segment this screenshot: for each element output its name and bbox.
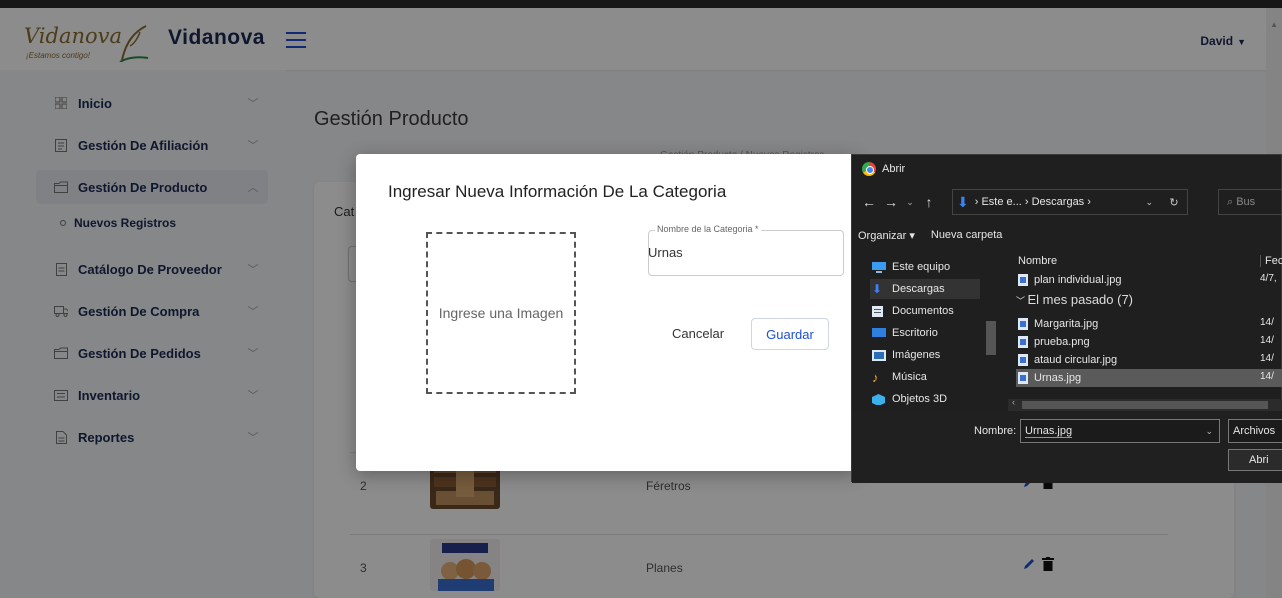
dropzone-label: Ingrese una Imagen bbox=[438, 305, 564, 321]
file-date: 4/7, bbox=[1260, 273, 1277, 284]
new-category-modal: Ingresar Nueva Información De La Categor… bbox=[356, 154, 856, 471]
file-item[interactable]: plan individual.jpg bbox=[1018, 271, 1121, 289]
nav-documentos[interactable]: Documentos bbox=[872, 301, 954, 321]
download-icon: ⬇ bbox=[872, 281, 883, 296]
image-file-icon bbox=[1018, 354, 1028, 366]
nav-scrollbar[interactable] bbox=[984, 253, 996, 403]
file-name: ataud circular.jpg bbox=[1034, 354, 1118, 366]
nav-label: Descargas bbox=[892, 283, 945, 295]
file-name: Urnas.jpg bbox=[1034, 372, 1082, 384]
image-file-icon bbox=[1018, 372, 1028, 384]
filetype-select[interactable]: Archivos bbox=[1228, 419, 1282, 443]
file-date: 14/ bbox=[1260, 353, 1274, 364]
scroll-left-icon[interactable]: ‹ bbox=[1012, 397, 1015, 407]
new-folder-button[interactable]: Nueva carpeta bbox=[931, 229, 1003, 241]
music-icon: ♪ bbox=[872, 369, 879, 385]
file-item[interactable]: ataud circular.jpg bbox=[1018, 351, 1117, 369]
nav-descargas[interactable]: ⬇ Descargas bbox=[870, 279, 980, 299]
address-bar[interactable]: ⬇ › Este e... › Descargas › ⌄ ↻ bbox=[952, 189, 1188, 215]
pictures-icon bbox=[872, 349, 886, 361]
chrome-icon bbox=[862, 162, 876, 176]
crumb-sep-icon: › bbox=[1084, 196, 1091, 208]
column-header-date[interactable]: Fec bbox=[1260, 255, 1282, 267]
file-date: 14/ bbox=[1260, 335, 1274, 346]
image-file-icon bbox=[1018, 336, 1028, 348]
up-icon[interactable]: ↑ bbox=[918, 194, 940, 210]
file-open-dialog: Abrir ← → ⌄ ↑ ⬇ › Este e... › Descargas … bbox=[851, 154, 1282, 483]
file-list-header: Nombre Fec bbox=[1010, 255, 1282, 271]
crumb-sep-icon: › bbox=[974, 196, 982, 208]
save-label: Guardar bbox=[766, 326, 814, 342]
nav-pane: Este equipo ⬇ Descargas Documentos Escrit… bbox=[852, 249, 998, 409]
hscroll-thumb[interactable] bbox=[1022, 401, 1268, 409]
image-file-icon bbox=[1018, 318, 1028, 330]
document-icon bbox=[872, 305, 883, 317]
nav-label: Música bbox=[892, 371, 927, 383]
address-crumb[interactable]: Este e... bbox=[981, 196, 1021, 208]
chevron-down-icon[interactable]: ⌄ bbox=[1145, 197, 1153, 208]
nav-este-equipo[interactable]: Este equipo bbox=[872, 257, 950, 277]
nav-scroll-thumb[interactable] bbox=[986, 321, 996, 355]
cancel-button[interactable]: Cancelar bbox=[672, 326, 724, 341]
file-date: 14/ bbox=[1260, 371, 1274, 382]
filename-input[interactable]: Urnas.jpg ⌄ bbox=[1020, 419, 1220, 443]
crumb-sep-icon: › bbox=[1021, 196, 1032, 208]
image-file-icon bbox=[1018, 274, 1028, 286]
dialog-navbar: ← → ⌄ ↑ ⬇ › Este e... › Descargas › ⌄ ↻ … bbox=[852, 185, 1282, 219]
dialog-footer: Nombre: Urnas.jpg ⌄ Archivos Abri bbox=[852, 411, 1282, 483]
column-header-name[interactable]: Nombre bbox=[1018, 255, 1057, 267]
file-name: prueba.png bbox=[1034, 336, 1090, 348]
search-placeholder: Bus bbox=[1236, 196, 1256, 208]
file-group-header[interactable]: ﹀ El mes pasado (7) bbox=[1016, 292, 1133, 307]
back-icon[interactable]: ← bbox=[858, 194, 880, 210]
filename-label: Nombre: bbox=[974, 425, 1017, 437]
dialog-toolbar: Organizar ▾ Nueva carpeta bbox=[852, 223, 1012, 247]
desktop-icon bbox=[872, 327, 886, 337]
download-folder-icon: ⬇ bbox=[957, 193, 969, 210]
organize-button[interactable]: Organizar ▾ bbox=[858, 229, 915, 242]
forward-icon[interactable]: → bbox=[880, 194, 902, 210]
open-button[interactable]: Abri bbox=[1228, 449, 1282, 471]
file-list-hscrollbar[interactable]: ‹ bbox=[1008, 397, 1282, 411]
search-icon: ⌕ bbox=[1227, 195, 1237, 208]
nav-escritorio[interactable]: Escritorio bbox=[872, 323, 938, 343]
group-label: El mes pasado (7) bbox=[1027, 292, 1134, 307]
category-name-value[interactable]: Urnas bbox=[648, 230, 844, 276]
nav-label: Imágenes bbox=[892, 349, 941, 361]
file-item[interactable]: prueba.png bbox=[1018, 333, 1090, 351]
file-item[interactable]: Margarita.jpg bbox=[1018, 315, 1098, 333]
save-button[interactable]: Guardar bbox=[751, 318, 829, 350]
dialog-titlebar[interactable]: Abrir bbox=[852, 155, 1282, 183]
nav-label: Este equipo bbox=[892, 261, 951, 273]
chevron-down-icon[interactable]: ⌄ bbox=[1205, 426, 1213, 437]
file-list: Nombre Fec plan individual.jpg 4/7, ﹀ El… bbox=[1010, 249, 1282, 409]
open-label: Abri bbox=[1249, 454, 1269, 466]
filetype-value: Archivos bbox=[1233, 425, 1276, 437]
file-item-selected[interactable]: Urnas.jpg bbox=[1016, 369, 1282, 387]
nav-musica[interactable]: ♪ Música bbox=[872, 367, 927, 387]
nav-objetos-3d[interactable]: Objetos 3D bbox=[872, 389, 947, 409]
file-name: Margarita.jpg bbox=[1034, 318, 1099, 330]
file-date: 14/ bbox=[1260, 317, 1274, 328]
recent-dropdown-icon[interactable]: ⌄ bbox=[902, 197, 918, 208]
nav-label: Documentos bbox=[892, 305, 954, 317]
nav-imagenes[interactable]: Imágenes bbox=[872, 345, 940, 365]
address-crumb[interactable]: Descargas bbox=[1032, 196, 1085, 208]
modal-title: Ingresar Nueva Información De La Categor… bbox=[388, 182, 727, 201]
nav-label: Escritorio bbox=[892, 327, 938, 339]
image-dropzone[interactable]: Ingrese una Imagen bbox=[426, 232, 576, 394]
computer-icon bbox=[872, 261, 886, 273]
refresh-icon[interactable]: ↻ bbox=[1161, 196, 1187, 209]
dialog-title: Abrir bbox=[882, 163, 906, 175]
cube-icon bbox=[872, 393, 885, 405]
chevron-down-icon: ﹀ bbox=[1016, 296, 1028, 306]
search-input[interactable]: ⌕ Bus bbox=[1218, 189, 1282, 215]
field-value: Urnas bbox=[648, 245, 683, 260]
filename-value: Urnas.jpg bbox=[1025, 424, 1073, 438]
file-name: plan individual.jpg bbox=[1034, 274, 1122, 286]
nav-label: Objetos 3D bbox=[892, 393, 948, 405]
